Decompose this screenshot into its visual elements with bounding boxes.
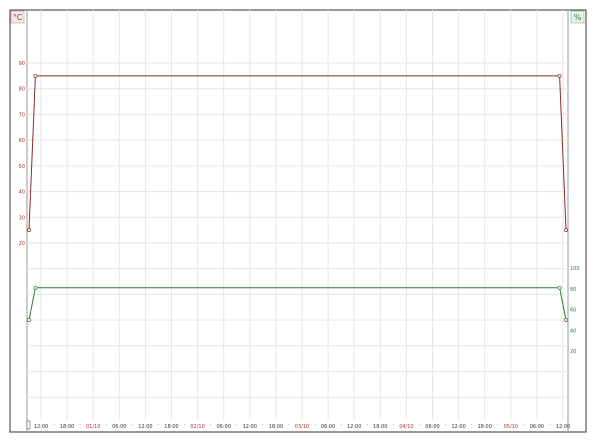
x-tick-label: 02/10 [190,424,204,430]
temperature-tick-label: 80 [19,87,25,93]
temperature-point [564,228,568,233]
temperature-tick-label: 50 [19,164,25,170]
chart-area: °C % 90 80 70 60 50 40 30 20 100 80 60 40 20 12:00 · 18… [0,0,596,439]
x-tick-label: 12:00 [243,424,257,430]
temperature-tick-label: 60 [19,138,25,144]
temperature-tick-label: 40 [19,190,25,196]
humidity-unit-label: % [574,13,582,22]
x-tick-label: 06:00 [112,424,126,430]
x-tick-label: 06:00 [425,424,439,430]
temperature-tick-label: 70 [19,112,25,118]
x-tick-label: 12:00 [347,424,361,430]
x-tick-label: 18:00 [269,424,283,430]
humidity-tick-label: 100 [570,266,580,272]
temperature-unit-label: °C [13,13,23,22]
temperature-point [27,228,31,233]
time-start-marker [26,420,31,430]
temperature-point [557,73,562,78]
x-tick-label: 06:00 [530,424,544,430]
humidity-tick-label: 60 [570,308,576,314]
temperature-unit-badge: °C [10,10,25,24]
chart-svg: °C % 90807060504030201008060402012:00 · 18… [9,9,587,433]
humidity-tick-label: 20 [570,349,576,355]
temperature-tick-label: 90 [19,61,25,67]
humidity-point [557,285,562,290]
humidity-tick-label: 40 [570,328,576,334]
x-tick-label: 12:00 [138,424,152,430]
humidity-point [564,318,568,322]
humidity-unit-badge: % [570,10,585,24]
x-tick-label: 18:00 [373,424,387,430]
humidity-point [33,285,38,290]
chart-frame [9,9,587,433]
x-tick-label: 06:00 [321,424,335,430]
temperature-tick-label: 30 [19,215,25,221]
x-tick-label: 18:00 [477,424,491,430]
x-tick-label: 06:00 [216,424,230,430]
x-tick-label: 04/10 [399,424,413,430]
x-tick-label: 01/10 [86,424,100,430]
x-tick-label: 18:00 [164,424,178,430]
x-tick-label: 18:00 [60,424,74,430]
humidity-point [27,318,31,322]
humidity-tick-label: 80 [570,287,576,293]
x-tick-label: 05/10 [504,424,518,430]
temperature-tick-label: 20 [19,241,25,247]
x-tick-label: 12:00 [34,424,48,430]
x-tick-label: 12:00 [556,424,570,430]
temperature-point [33,73,38,78]
x-tick-label: 12:00 [451,424,465,430]
x-tick-label: 03/10 [295,424,309,430]
